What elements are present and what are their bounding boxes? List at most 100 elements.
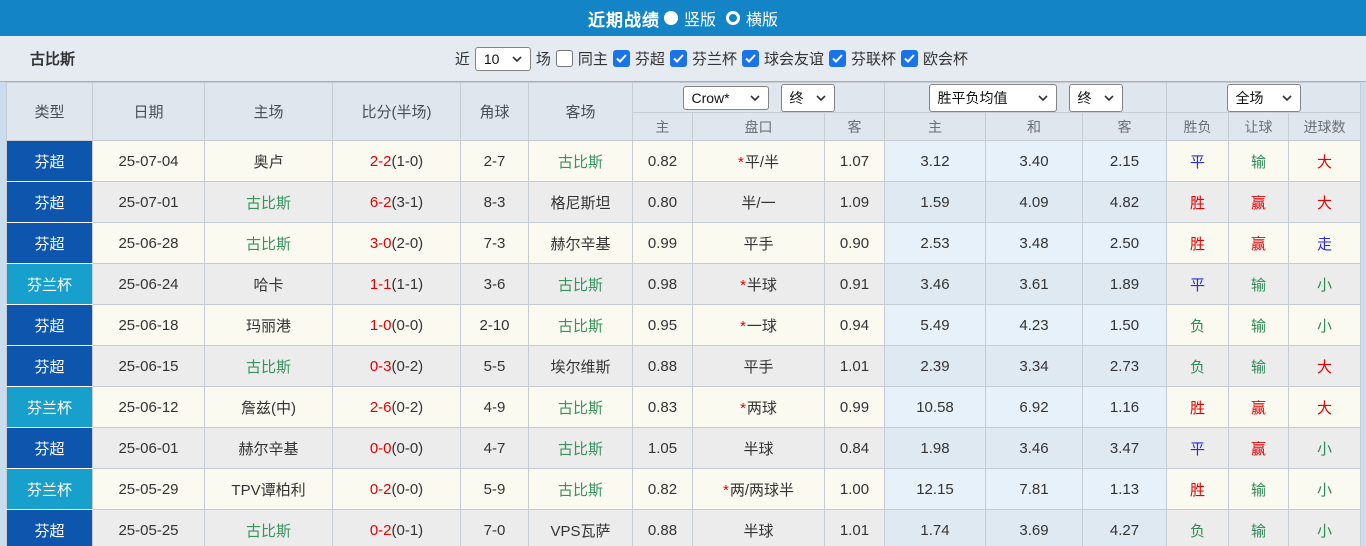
handicap-result-cell: 赢	[1229, 387, 1289, 428]
check-icon	[745, 54, 756, 63]
handicap-result-cell: 输	[1229, 141, 1289, 182]
corners-cell: 4-9	[461, 387, 529, 428]
layout-vertical-option[interactable]: 竖版	[664, 6, 716, 30]
corners-cell: 7-0	[461, 510, 529, 546]
bookmaker-select[interactable]: Crow*	[683, 86, 769, 110]
handicap-home-odds: 0.88	[633, 510, 693, 546]
odds-header-group: 胜平负均值 终	[885, 83, 1167, 113]
handicap-line-text: 平手	[743, 236, 773, 253]
away-team: 埃尔维斯	[529, 346, 633, 387]
comp-label-2[interactable]: 球会友谊	[764, 48, 824, 69]
halftime-score: (2-0)	[392, 235, 424, 252]
odds-home-win: 2.39	[885, 346, 986, 387]
result-cell: 负	[1167, 305, 1229, 346]
score-cell: 6-2(3-1)	[333, 182, 461, 223]
chevron-down-icon	[816, 95, 826, 101]
away-team: 古比斯	[529, 428, 633, 469]
handicap-home-odds: 0.98	[633, 264, 693, 305]
handicap-away-odds: 1.01	[825, 510, 885, 546]
halftime-score: (3-1)	[392, 194, 424, 211]
subcol-goals: 进球数	[1289, 113, 1361, 141]
fulltime-score: 2-2	[370, 153, 392, 170]
fulltime-score: 0-3	[370, 358, 392, 375]
odds-away-win: 2.50	[1083, 223, 1167, 264]
league-cell: 芬兰杯	[7, 264, 93, 305]
match-count-select[interactable]: 10	[475, 47, 531, 71]
date-cell: 25-06-12	[93, 387, 205, 428]
corners-cell: 2-7	[461, 141, 529, 182]
handicap-home-odds: 0.88	[633, 346, 693, 387]
odds-draw: 3.61	[986, 264, 1083, 305]
comp-checkbox-3[interactable]	[829, 50, 846, 67]
odds-home-win: 1.59	[885, 182, 986, 223]
subcol-handicap-home: 主	[633, 113, 693, 141]
col-away: 客场	[529, 83, 633, 141]
handicap-line: *两/两球半	[693, 469, 825, 510]
col-home: 主场	[205, 83, 333, 141]
comp-label-4[interactable]: 欧会杯	[923, 48, 968, 69]
comp-checkbox-2[interactable]	[742, 50, 759, 67]
goals-result-cell: 走	[1289, 223, 1361, 264]
corners-cell: 8-3	[461, 182, 529, 223]
handicap-line-text: 两/两球半	[730, 482, 794, 499]
scope-select[interactable]: 全场	[1227, 84, 1301, 112]
date-cell: 25-05-25	[93, 510, 205, 546]
handicap-away-odds: 0.99	[825, 387, 885, 428]
subcol-handicap-line: 盘口	[693, 113, 825, 141]
result-cell: 胜	[1167, 182, 1229, 223]
date-cell: 25-07-04	[93, 141, 205, 182]
handicap-away-odds: 1.09	[825, 182, 885, 223]
titlebar: 近期战绩 竖版 横版	[0, 0, 1366, 36]
comp-label-0[interactable]: 芬超	[635, 48, 665, 69]
comp-checkbox-0[interactable]	[613, 50, 630, 67]
comp-label-1[interactable]: 芬兰杯	[692, 48, 737, 69]
odds-home-win: 1.98	[885, 428, 986, 469]
odds-away-win: 4.82	[1083, 182, 1167, 223]
near-label: 近	[455, 48, 470, 69]
comp-checkbox-1[interactable]	[670, 50, 687, 67]
match-row: 芬超 25-06-01 赫尔辛基 0-0(0-0) 4-7 古比斯 1.05 *…	[7, 428, 1361, 469]
odds-draw: 6.92	[986, 387, 1083, 428]
handicap-result-cell: 输	[1229, 510, 1289, 546]
chevron-down-icon	[1104, 95, 1114, 101]
subcol-odds-draw: 和	[986, 113, 1083, 141]
corners-cell: 7-3	[461, 223, 529, 264]
result-cell: 负	[1167, 346, 1229, 387]
same-home-checkbox[interactable]	[556, 50, 573, 67]
vertical-label[interactable]: 竖版	[684, 6, 716, 30]
goals-result-cell: 大	[1289, 141, 1361, 182]
same-home-label[interactable]: 同主	[578, 48, 608, 69]
date-cell: 25-06-18	[93, 305, 205, 346]
comp-checkbox-4[interactable]	[901, 50, 918, 67]
home-team: 哈卡	[205, 264, 333, 305]
radio-selected-icon[interactable]	[664, 11, 678, 25]
horizontal-label[interactable]: 横版	[746, 6, 778, 30]
goals-result-cell: 小	[1289, 428, 1361, 469]
col-type: 类型	[7, 83, 93, 141]
result-cell: 胜	[1167, 469, 1229, 510]
corners-cell: 4-7	[461, 428, 529, 469]
radio-unselected-icon[interactable]	[726, 11, 740, 25]
odds-home-win: 1.74	[885, 510, 986, 546]
date-cell: 25-07-01	[93, 182, 205, 223]
result-cell: 胜	[1167, 387, 1229, 428]
comp-label-3[interactable]: 芬联杯	[851, 48, 896, 69]
recent-results-panel: 近期战绩 竖版 横版 古比斯 近 10 场 同主 芬超 芬兰杯 球会友谊	[0, 0, 1366, 546]
handicap-home-odds: 0.80	[633, 182, 693, 223]
corners-cell: 3-6	[461, 264, 529, 305]
away-team: 古比斯	[529, 305, 633, 346]
date-cell: 25-06-01	[93, 428, 205, 469]
match-row: 芬超 25-06-18 玛丽港 1-0(0-0) 2-10 古比斯 0.95 *…	[7, 305, 1361, 346]
result-cell: 胜	[1167, 223, 1229, 264]
odds-time-select[interactable]: 终	[1069, 84, 1123, 112]
league-cell: 芬兰杯	[7, 469, 93, 510]
layout-horizontal-option[interactable]: 横版	[726, 6, 778, 30]
halftime-score: (0-1)	[392, 522, 424, 539]
away-team: 古比斯	[529, 469, 633, 510]
score-cell: 0-2(0-1)	[333, 510, 461, 546]
halftime-score: (1-0)	[392, 153, 424, 170]
handicap-time-select[interactable]: 终	[781, 84, 835, 112]
odds-away-win: 3.47	[1083, 428, 1167, 469]
chevron-down-icon	[1282, 95, 1292, 101]
odds-type-select[interactable]: 胜平负均值	[929, 84, 1057, 112]
